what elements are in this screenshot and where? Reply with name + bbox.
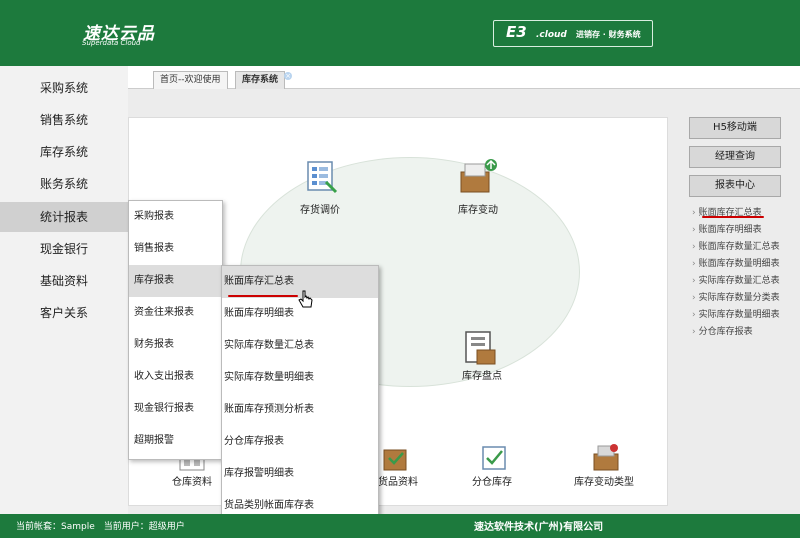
- submenu-income-expense-reports[interactable]: 收入支出报表: [129, 361, 222, 393]
- menu-branch-stock-report[interactable]: 分仓库存报表: [222, 426, 378, 458]
- chevron-right-icon: ›: [692, 242, 696, 252]
- nav-item-reports[interactable]: 统计报表: [0, 202, 128, 232]
- tab-home[interactable]: 首页--欢迎使用: [153, 71, 228, 89]
- submenu-funds-reports[interactable]: 资金往来报表: [129, 297, 222, 329]
- left-nav: 采购系统 销售系统 库存系统 账务系统 统计报表 现金银行 基础资料 客户关系: [0, 66, 128, 514]
- menu-actual-qty-detail[interactable]: 实际库存数量明细表: [222, 362, 378, 394]
- branch-stock-icon: [482, 446, 506, 470]
- chevron-right-icon: ›: [692, 259, 696, 269]
- submenu-inventory-reports[interactable]: 库存报表: [129, 265, 222, 297]
- nav-item-sales[interactable]: 销售系统: [0, 106, 128, 134]
- status-company: 速达软件技术(广州)有限公司: [474, 522, 604, 533]
- status-account-user: 当前帐套：Sample 当前用户：超级用户: [16, 522, 185, 532]
- product-suffix: .cloud: [536, 30, 567, 40]
- tab-inventory-system[interactable]: 库存系统: [235, 71, 286, 89]
- submenu-sales-reports[interactable]: 销售报表: [129, 233, 222, 265]
- submenu-finance-reports[interactable]: 财务报表: [129, 329, 222, 361]
- node-stock-count[interactable]: [463, 330, 499, 369]
- report-link-label: 账面库存数量汇总表: [698, 242, 780, 252]
- report-link-label: 实际库存数量汇总表: [698, 276, 780, 286]
- report-link[interactable]: › 账面库存明细表: [692, 222, 762, 235]
- submenu-purchase-reports[interactable]: 采购报表: [129, 201, 222, 233]
- menu-stock-alert-detail[interactable]: 库存报警明细表: [222, 458, 378, 490]
- nav-item-cash-bank[interactable]: 现金银行: [0, 235, 128, 263]
- stock-count-icon: [465, 331, 496, 365]
- goods-icon: [383, 449, 407, 471]
- report-link-label: 账面库存数量明细表: [698, 259, 780, 269]
- manager-query-button[interactable]: 经理查询: [689, 146, 781, 168]
- node-goods[interactable]: [381, 444, 409, 475]
- node-label-stock-change: 库存变动: [458, 205, 498, 216]
- submenu-cash-bank-reports[interactable]: 现金银行报表: [129, 393, 222, 425]
- report-link-label: 账面库存明细表: [698, 225, 762, 235]
- chevron-right-icon: ›: [692, 310, 696, 320]
- nav-item-accounting[interactable]: 账务系统: [0, 170, 128, 198]
- chevron-right-icon: ›: [692, 208, 696, 218]
- menu-actual-qty-summary[interactable]: 实际库存数量汇总表: [222, 330, 378, 362]
- change-type-icon: [593, 444, 619, 471]
- nav-item-inventory[interactable]: 库存系统: [0, 138, 128, 166]
- node-stock-change[interactable]: [459, 158, 499, 197]
- node-branch-stock[interactable]: [480, 444, 510, 475]
- brand-logo-subtitle: Superdata Cloud: [82, 39, 141, 47]
- node-label-change-type: 库存变动类型: [574, 477, 634, 488]
- highlight-underline: [702, 216, 764, 218]
- product-tagline: 进销存 · 财务系统: [576, 30, 641, 39]
- report-link[interactable]: › 账面库存数量汇总表: [692, 239, 780, 252]
- node-price-adjust[interactable]: [304, 160, 338, 197]
- nav-item-crm[interactable]: 客户关系: [0, 299, 128, 327]
- node-label-price-adjust: 存货调价: [300, 205, 340, 216]
- nav-item-base-data[interactable]: 基础资料: [0, 267, 128, 295]
- report-link-label: 分仓库存报表: [698, 327, 753, 337]
- price-adjust-icon: [307, 161, 338, 194]
- report-link[interactable]: › 分仓库存报表: [692, 324, 753, 337]
- tab-bar: [128, 66, 800, 89]
- tab-close-icon[interactable]: ×: [284, 72, 292, 80]
- report-link[interactable]: › 实际库存数量汇总表: [692, 273, 780, 286]
- report-center-button[interactable]: 报表中心: [689, 175, 781, 197]
- reports-submenu: 采购报表 销售报表 库存报表 资金往来报表 财务报表 收入支出报表 现金银行报表…: [128, 200, 223, 460]
- report-link[interactable]: › 账面库存数量明细表: [692, 256, 780, 269]
- node-label-stock-count: 库存盘点: [462, 371, 502, 382]
- highlight-underline: [228, 295, 298, 297]
- report-link[interactable]: › 实际库存数量明细表: [692, 307, 780, 320]
- node-label-goods: 货品资料: [378, 477, 418, 488]
- report-link-label: 实际库存数量分类表: [698, 293, 780, 303]
- report-link[interactable]: › 实际库存数量分类表: [692, 290, 780, 303]
- chevron-right-icon: ›: [692, 327, 696, 337]
- hand-cursor-icon: [298, 290, 314, 313]
- product-name: E3: [506, 23, 527, 41]
- report-link-label: 实际库存数量明细表: [698, 310, 780, 320]
- chevron-right-icon: ›: [692, 225, 696, 235]
- submenu-overdue-alerts[interactable]: 超期报警: [129, 425, 222, 457]
- node-label-warehouse: 仓库资料: [172, 477, 212, 488]
- h5-mobile-button[interactable]: H5移动端: [689, 117, 781, 139]
- nav-item-purchase[interactable]: 采购系统: [0, 74, 128, 102]
- menu-forecast-analysis[interactable]: 账面库存预测分析表: [222, 394, 378, 426]
- chevron-right-icon: ›: [692, 276, 696, 286]
- node-label-branch-stock: 分仓库存: [472, 477, 512, 488]
- chevron-right-icon: ›: [692, 293, 696, 303]
- node-change-type[interactable]: [590, 442, 624, 475]
- stock-change-icon: [460, 159, 497, 193]
